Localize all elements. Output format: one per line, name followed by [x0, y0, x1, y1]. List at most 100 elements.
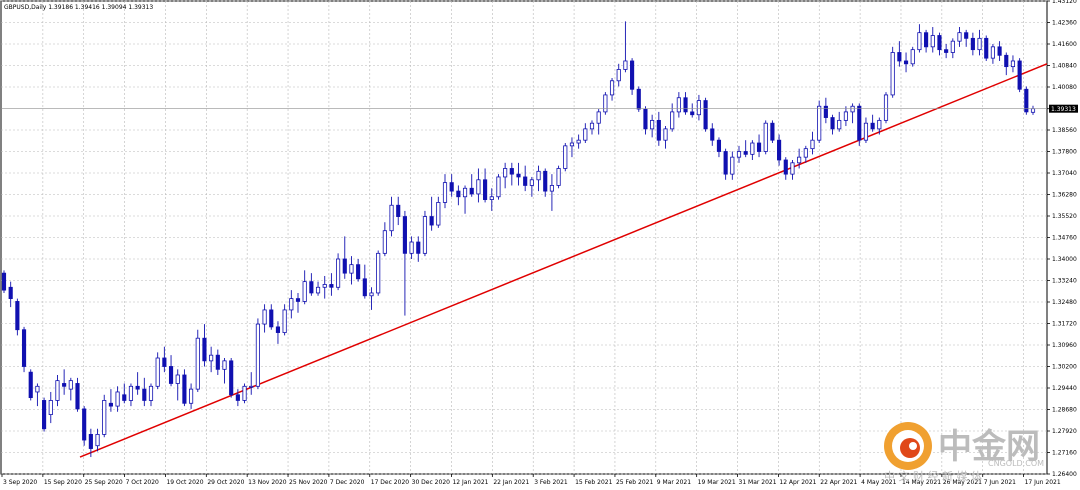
candle-body	[663, 128, 668, 141]
candle-body	[21, 329, 27, 367]
candle-body	[957, 32, 962, 42]
candle-body	[135, 385, 140, 390]
candle-body	[55, 380, 60, 401]
candle-body	[850, 105, 855, 113]
candle-body	[342, 258, 347, 274]
candle-body	[102, 400, 107, 435]
candle-body	[489, 196, 494, 200]
candle-body	[863, 122, 869, 141]
y-tick-label: 1.33240	[1052, 278, 1077, 285]
candle-body	[289, 298, 294, 311]
candle-body	[676, 97, 681, 113]
candle-body	[516, 173, 521, 178]
candle-body	[690, 111, 695, 116]
candle-body	[650, 119, 655, 130]
x-tick-label: 7 Dec 2020	[330, 479, 365, 486]
candle-body	[476, 179, 481, 195]
y-tick-label: 1.31720	[1052, 321, 1077, 328]
candle-body	[630, 60, 635, 90]
y-tick-label: 1.32480	[1052, 299, 1077, 306]
x-tick-label: 19 Oct 2020	[166, 479, 203, 486]
candle-body	[82, 408, 87, 441]
candle-body	[569, 142, 575, 147]
candle-body	[756, 142, 762, 152]
candle-body	[977, 37, 982, 51]
y-tick-label: 1.41600	[1052, 41, 1077, 48]
candle-body	[88, 433, 93, 449]
chart-title: GBPUSD,Daily 1.39186 1.39416 1.39094 1.3…	[4, 4, 153, 11]
candle-body	[716, 139, 722, 152]
candle-body	[589, 122, 595, 130]
x-tick-label: 9 Mar 2021	[657, 479, 691, 486]
candle-body	[462, 187, 468, 198]
candle-body	[910, 49, 915, 65]
candle-body	[596, 111, 601, 124]
candle-body	[168, 366, 174, 384]
candle-body	[175, 374, 180, 384]
y-tick-label: 1.37040	[1052, 170, 1077, 177]
watermark-slogan: 中 文 财 经 新 媒 体	[884, 469, 982, 483]
candle-body	[670, 111, 675, 130]
x-tick-label: 3 Sep 2020	[3, 479, 37, 486]
x-tick-label: 17 Dec 2020	[371, 479, 410, 486]
candle-body	[122, 394, 127, 401]
candle-body	[329, 284, 334, 288]
y-tick-label: 1.40840	[1052, 63, 1077, 70]
x-tick-label: 25 Nov 2020	[289, 479, 328, 486]
candle-body	[950, 40, 955, 53]
candle-body	[723, 151, 728, 175]
x-tick-label: 7 Oct 2020	[126, 479, 159, 486]
candle-body	[1004, 54, 1009, 68]
y-tick-label: 1.38560	[1052, 127, 1077, 134]
x-tick-label: 25 Feb 2021	[616, 479, 654, 486]
candle-body	[917, 32, 922, 51]
x-tick-label: 19 Mar 2021	[698, 479, 736, 486]
candle-body	[924, 32, 929, 48]
candle-body	[609, 80, 615, 96]
y-tick-label: 1.42360	[1052, 20, 1077, 27]
candle-body	[275, 326, 281, 333]
y-tick-label: 1.43120	[1052, 0, 1077, 5]
candle-body	[456, 190, 461, 198]
candle-body	[35, 385, 40, 393]
x-tick-label: 13 Nov 2020	[248, 479, 287, 486]
current-price-label: 1.39313	[1051, 106, 1076, 113]
x-tick-label: 22 Jan 2021	[493, 479, 529, 486]
candle-body	[356, 264, 361, 280]
candle-body	[195, 337, 200, 390]
coin-icon	[884, 422, 932, 470]
x-tick-label: 31 Mar 2021	[739, 479, 777, 486]
candle-body	[376, 252, 381, 294]
candle-body	[148, 385, 154, 401]
candle-body	[48, 400, 53, 415]
y-tick-label: 1.40080	[1052, 84, 1077, 91]
candle-body	[964, 32, 969, 39]
candle-body	[302, 281, 307, 302]
candle-body	[603, 94, 608, 113]
candle-body	[730, 156, 735, 175]
candle-body	[883, 94, 889, 121]
candle-body	[777, 139, 782, 161]
candle-body	[249, 385, 254, 388]
candle-body	[15, 301, 20, 331]
candle-body	[830, 117, 835, 130]
candle-body	[362, 278, 367, 297]
candle-body	[736, 151, 742, 158]
candle-body	[984, 37, 989, 59]
candle-body	[229, 360, 234, 396]
candle-body	[315, 286, 321, 294]
candle-body	[95, 433, 100, 447]
candle-body	[28, 371, 33, 399]
candle-body	[269, 309, 274, 328]
candle-body	[857, 105, 862, 141]
candle-body	[890, 52, 895, 96]
candle-body	[563, 145, 568, 169]
candle-body	[743, 151, 748, 155]
y-tick-label: 1.37800	[1052, 149, 1077, 156]
candle-body	[930, 35, 935, 48]
candle-body	[990, 46, 995, 59]
candle-body	[436, 202, 441, 226]
candle-body	[837, 119, 842, 130]
candle-body	[817, 105, 822, 141]
candle-body	[543, 170, 548, 192]
